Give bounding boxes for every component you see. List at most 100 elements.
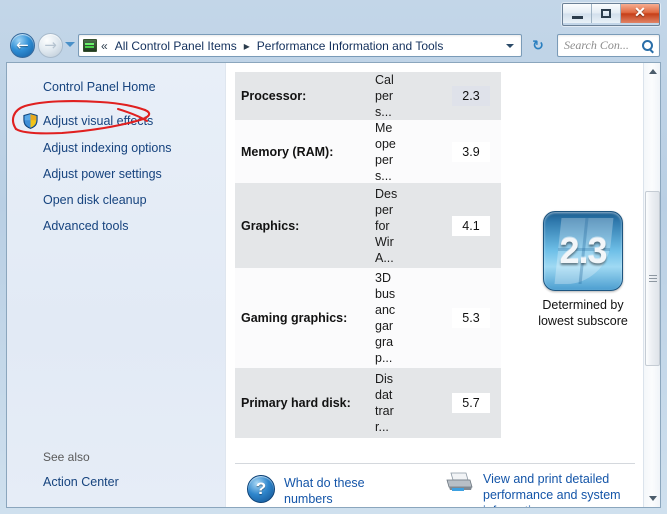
windows-experience-index-tile: 2.3 [543, 211, 623, 291]
base-score-value: 2.3 [559, 230, 607, 271]
sidebar-item-control-panel-home[interactable]: Control Panel Home [43, 80, 156, 94]
link-line: information [483, 503, 621, 507]
maximize-button[interactable] [592, 4, 621, 23]
scroll-down-button[interactable] [644, 490, 660, 507]
component-score: 5.3 [441, 308, 501, 328]
description-line: per [375, 202, 394, 217]
component-score: 3.9 [441, 141, 501, 162]
breadcrumb-separator-icon: ▸ [243, 38, 250, 53]
breadcrumb-item-all-control-panel-items[interactable]: All Control Panel Items [112, 37, 240, 55]
description-line: for [375, 218, 390, 233]
sidebar-item-adjust-power-settings[interactable]: Adjust power settings [43, 167, 162, 181]
footer-separator [235, 463, 635, 464]
caption-line: Determined by [542, 298, 624, 312]
description-line: Dis [375, 372, 394, 386]
description-line: ope [375, 136, 396, 151]
description-line: Me [375, 120, 393, 135]
see-also-heading: See also [43, 450, 90, 464]
performance-monitor-icon [83, 39, 97, 52]
sidebar-item-advanced-tools[interactable]: Advanced tools [43, 219, 128, 233]
search-input[interactable]: Search Con... [557, 34, 660, 57]
forward-arrow-icon: → [44, 36, 57, 54]
description-line: p... [375, 351, 393, 365]
footer-print-item[interactable]: View and print detailed performance and … [444, 471, 634, 507]
close-button[interactable]: ✕ [621, 4, 659, 23]
close-icon: ✕ [634, 5, 646, 21]
chevron-up-icon [648, 69, 657, 74]
table-row: Memory (RAM): Me ope per s... 3.9 [235, 120, 501, 183]
description-line: bus [375, 287, 396, 301]
minimize-icon [571, 15, 583, 19]
footer-help-item[interactable]: What do these numbers mean? [247, 475, 407, 508]
main-content: Processor: Cal per s... 2.3 Memory (RAM)… [227, 63, 643, 507]
caption-button-group: ✕ [562, 3, 660, 26]
component-name: Graphics: [241, 218, 300, 233]
component-name: Processor: [241, 89, 307, 103]
component-name: Primary hard disk: [241, 396, 351, 410]
link-line: performance and system [483, 488, 621, 502]
table-row: Graphics: Des per for Wir A... 4.1 [235, 183, 501, 268]
table-row: Processor: Cal per s... 2.3 [235, 72, 501, 120]
refresh-button[interactable]: ↻ [526, 34, 550, 57]
title-bar: ✕ [0, 0, 667, 30]
sidebar-item-action-center[interactable]: Action Center [43, 475, 119, 489]
breadcrumb-item-performance-information-and-tools[interactable]: Performance Information and Tools [254, 37, 447, 55]
table-row: Gaming graphics: 3D bus anc gar gra p...… [235, 268, 501, 368]
description-line: per [375, 152, 394, 167]
scroll-up-button[interactable] [644, 63, 660, 80]
help-icon [247, 475, 275, 503]
forward-button[interactable]: → [38, 33, 63, 58]
link-line: View and print detailed [483, 472, 610, 486]
scrollbar-thumb[interactable] [645, 191, 660, 366]
breadcrumb-overflow-icon[interactable]: « [101, 39, 108, 53]
component-score: 5.7 [441, 393, 501, 413]
address-bar[interactable]: « All Control Panel Items ▸ Performance … [78, 34, 522, 57]
chevron-down-icon [648, 496, 657, 501]
component-name: Memory (RAM): [241, 144, 334, 159]
link-line: What do these numbers [284, 476, 365, 506]
refresh-icon: ↻ [532, 37, 544, 54]
description-line: Des [375, 186, 398, 201]
view-and-print-detailed-info-link[interactable]: View and print detailed performance and … [483, 471, 621, 507]
description-line: Wir [375, 234, 394, 249]
scrollbar-grip-icon [649, 274, 657, 283]
client-area: Control Panel Home Adjust visual effects… [6, 62, 661, 508]
navigation-bar: ← → « All Control Panel Items ▸ Performa… [0, 30, 667, 62]
component-score: 4.1 [441, 215, 501, 236]
component-description: Me ope per s... [375, 120, 441, 184]
link-line: mean? [284, 507, 407, 508]
what-do-these-numbers-mean-link[interactable]: What do these numbers mean? [284, 475, 407, 508]
score-value: 2.3 [452, 86, 490, 106]
explorer-window: ✕ ← → « All Control Panel Items ▸ Perfor… [0, 0, 667, 514]
search-placeholder: Search Con... [564, 38, 629, 52]
sidebar-item-adjust-visual-effects[interactable]: Adjust visual effects [43, 114, 153, 128]
description-line: gar [375, 319, 394, 333]
maximize-icon [601, 9, 611, 18]
table-row: Primary hard disk: Dis dat trar r... 5.7 [235, 368, 501, 438]
component-description: Des per for Wir A... [375, 186, 441, 266]
recent-pages-dropdown-icon[interactable] [65, 42, 75, 47]
back-button[interactable]: ← [10, 33, 35, 58]
description-line: r... [375, 420, 389, 434]
description-line: s... [375, 168, 392, 183]
description-line: dat [375, 388, 393, 402]
component-description: Dis dat trar r... [375, 371, 441, 435]
description-line: 3D [375, 271, 391, 285]
sidebar-item-adjust-indexing-options[interactable]: Adjust indexing options [43, 141, 172, 155]
search-icon [642, 40, 653, 51]
minimize-button[interactable] [563, 4, 592, 23]
sidebar-item-open-disk-cleanup[interactable]: Open disk cleanup [43, 193, 147, 207]
description-line: Cal [375, 73, 394, 87]
subscore-table: Processor: Cal per s... 2.3 Memory (RAM)… [235, 72, 501, 438]
caption-line: lowest subscore [538, 314, 628, 328]
vertical-scrollbar[interactable] [643, 63, 660, 507]
description-line: s... [375, 105, 392, 119]
component-name: Gaming graphics: [241, 311, 348, 325]
score-value: 5.7 [452, 393, 490, 413]
shield-icon [23, 113, 38, 129]
printer-icon [446, 472, 473, 491]
description-line: per [375, 89, 394, 103]
description-line: trar [375, 404, 394, 418]
chevron-down-icon[interactable] [506, 43, 514, 48]
score-value: 4.1 [452, 215, 490, 236]
